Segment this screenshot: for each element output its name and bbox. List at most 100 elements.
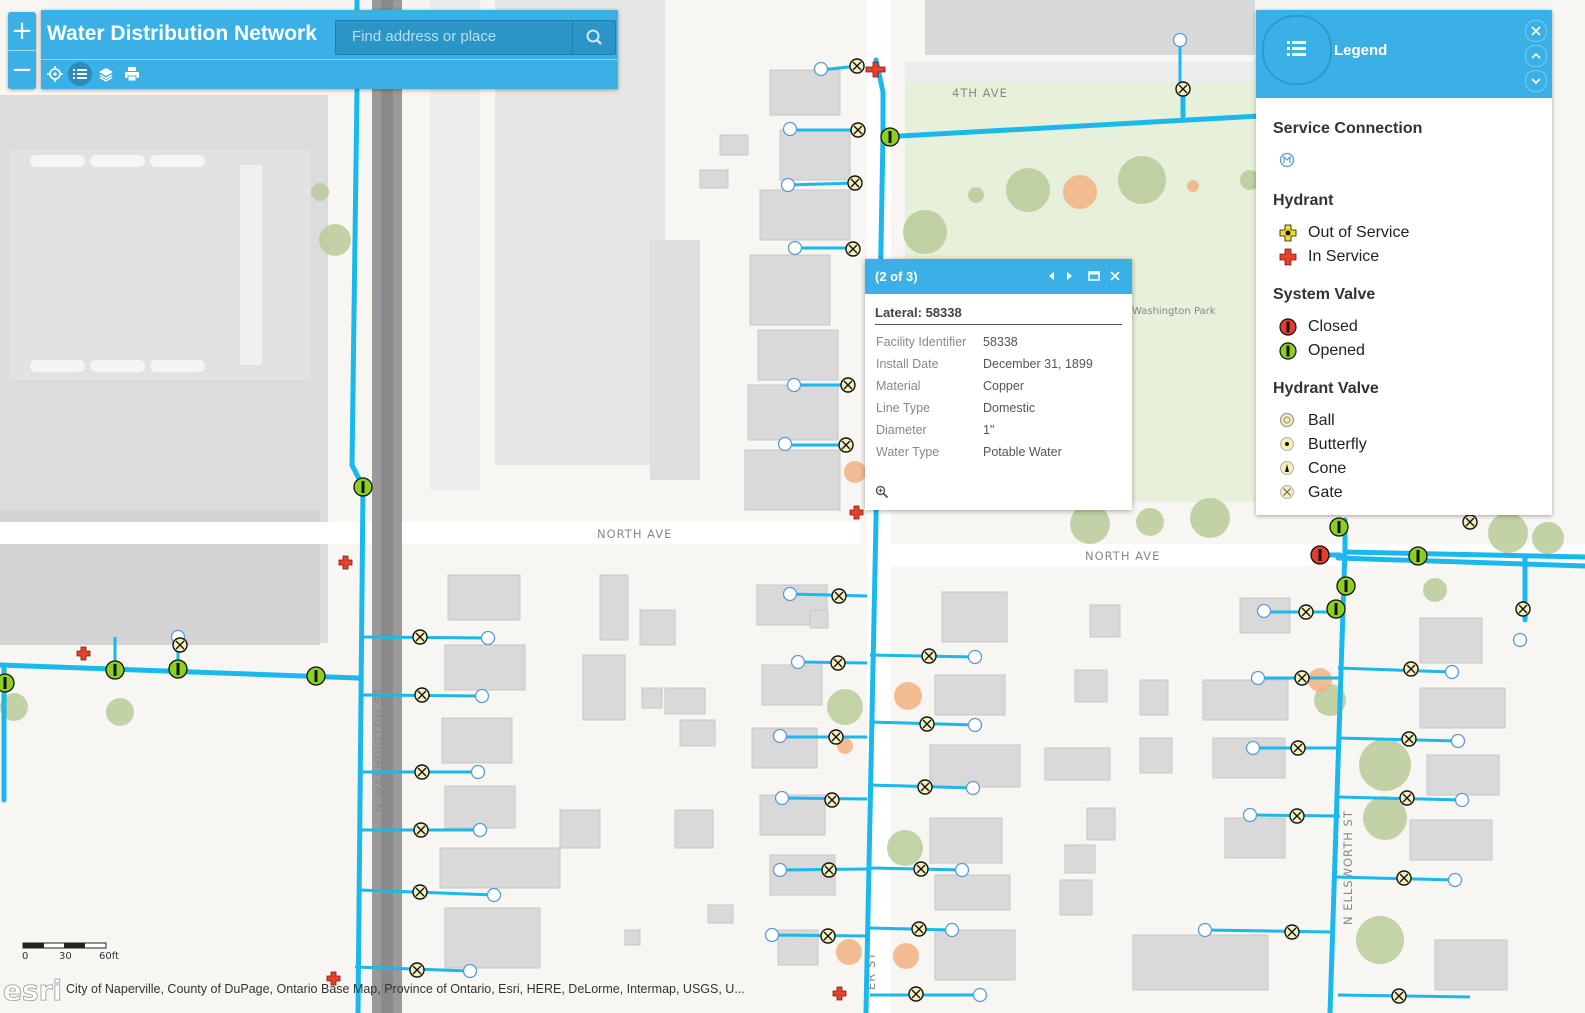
valve-opened-icon[interactable] — [1336, 576, 1356, 596]
gate-valve-icon[interactable] — [849, 58, 865, 74]
meter-icon[interactable] — [954, 862, 970, 878]
legend-close-button[interactable] — [1525, 20, 1547, 42]
gate-valve-icon[interactable] — [1396, 870, 1412, 886]
gate-valve-icon[interactable] — [172, 637, 188, 653]
gate-valve-icon[interactable] — [412, 629, 428, 645]
previous-feature-button[interactable] — [1045, 269, 1059, 283]
gate-valve-icon[interactable] — [1391, 988, 1407, 1004]
meter-icon[interactable] — [782, 586, 798, 602]
maximize-button[interactable] — [1087, 269, 1101, 283]
valve-opened-icon[interactable] — [105, 660, 125, 680]
meter-icon[interactable] — [1197, 922, 1213, 938]
gate-valve-icon[interactable] — [414, 687, 430, 703]
meter-icon[interactable] — [1512, 632, 1528, 648]
gate-valve-icon[interactable] — [820, 928, 836, 944]
gate-valve-icon[interactable] — [1403, 661, 1419, 677]
gate-valve-icon[interactable] — [824, 792, 840, 808]
gate-valve-icon[interactable] — [1289, 808, 1305, 824]
zoom-in-button[interactable]: + — [8, 12, 36, 50]
gate-valve-icon[interactable] — [840, 377, 856, 393]
meter-icon[interactable] — [470, 764, 486, 780]
gate-valve-icon[interactable] — [908, 986, 924, 1002]
gate-valve-icon[interactable] — [838, 437, 854, 453]
meter-icon[interactable] — [1454, 792, 1470, 808]
gate-valve-icon[interactable] — [1175, 81, 1191, 97]
gate-valve-icon[interactable] — [921, 648, 937, 664]
valve-opened-icon[interactable] — [1329, 517, 1349, 537]
meter-icon[interactable] — [780, 177, 796, 193]
meter-icon[interactable] — [782, 121, 798, 137]
valve-opened-icon[interactable] — [0, 673, 15, 693]
valve-closed-icon[interactable] — [1310, 545, 1330, 565]
valve-opened-icon[interactable] — [353, 477, 373, 497]
meter-icon[interactable] — [764, 927, 780, 943]
valve-opened-icon[interactable] — [880, 127, 900, 147]
meter-icon[interactable] — [774, 790, 790, 806]
valve-opened-icon[interactable] — [168, 659, 188, 679]
meter-icon[interactable] — [1172, 32, 1188, 48]
search-button[interactable] — [572, 21, 615, 54]
legend-toggle-button[interactable] — [68, 62, 92, 86]
close-popup-button[interactable] — [1108, 269, 1122, 283]
meter-icon[interactable] — [813, 61, 829, 77]
meter-icon[interactable] — [474, 688, 490, 704]
meter-icon[interactable] — [1256, 603, 1272, 619]
meter-icon[interactable] — [967, 649, 983, 665]
meter-icon[interactable] — [1447, 872, 1463, 888]
gate-valve-icon[interactable] — [917, 779, 933, 795]
meter-icon[interactable] — [1444, 664, 1460, 680]
locate-button[interactable] — [43, 62, 67, 86]
print-button[interactable] — [120, 62, 144, 86]
meter-icon[interactable] — [944, 922, 960, 938]
meter-icon[interactable] — [967, 717, 983, 733]
meter-icon[interactable] — [486, 887, 502, 903]
search-input[interactable] — [336, 21, 584, 52]
zoom-out-button[interactable]: − — [8, 51, 36, 89]
gate-valve-icon[interactable] — [1399, 790, 1415, 806]
gate-valve-icon[interactable] — [913, 861, 929, 877]
gate-valve-icon[interactable] — [414, 764, 430, 780]
gate-valve-icon[interactable] — [1284, 924, 1300, 940]
gate-valve-icon[interactable] — [911, 921, 927, 937]
gate-valve-icon[interactable] — [1462, 514, 1478, 530]
meter-icon[interactable] — [462, 963, 478, 979]
meter-icon[interactable] — [790, 654, 806, 670]
meter-icon[interactable] — [472, 822, 488, 838]
gate-valve-icon[interactable] — [828, 729, 844, 745]
gate-valve-icon[interactable] — [1290, 740, 1306, 756]
meter-icon[interactable] — [786, 377, 802, 393]
gate-valve-icon[interactable] — [1515, 601, 1531, 617]
valve-opened-icon[interactable] — [1408, 546, 1428, 566]
meter-icon[interactable] — [787, 240, 803, 256]
gate-valve-icon[interactable] — [412, 884, 428, 900]
meter-icon[interactable] — [1250, 670, 1266, 686]
meter-icon[interactable] — [772, 862, 788, 878]
gate-valve-icon[interactable] — [831, 588, 847, 604]
gate-valve-icon[interactable] — [919, 716, 935, 732]
gate-valve-icon[interactable] — [821, 862, 837, 878]
valve-opened-icon[interactable] — [306, 666, 326, 686]
gate-valve-icon[interactable] — [409, 962, 425, 978]
legend-scroll-down-button[interactable] — [1525, 70, 1547, 92]
meter-icon[interactable] — [777, 436, 793, 452]
meter-icon[interactable] — [772, 728, 788, 744]
esri-logo[interactable]: esri — [0, 966, 64, 1011]
meter-icon[interactable] — [1242, 807, 1258, 823]
gate-valve-icon[interactable] — [847, 175, 863, 191]
gate-valve-icon[interactable] — [845, 241, 861, 257]
meter-icon[interactable] — [965, 780, 981, 796]
layers-button[interactable] — [94, 62, 118, 86]
gate-valve-icon[interactable] — [830, 655, 846, 671]
zoom-to-feature-button[interactable] — [875, 485, 889, 504]
gate-valve-icon[interactable] — [1298, 604, 1314, 620]
legend-scroll-up-button[interactable] — [1525, 45, 1547, 67]
gate-valve-icon[interactable] — [413, 822, 429, 838]
gate-valve-icon[interactable] — [1401, 731, 1417, 747]
meter-icon[interactable] — [1450, 733, 1466, 749]
meter-icon[interactable] — [972, 987, 988, 1003]
next-feature-button[interactable] — [1062, 269, 1076, 283]
meter-icon[interactable] — [1245, 740, 1261, 756]
meter-icon[interactable] — [480, 630, 496, 646]
gate-valve-icon[interactable] — [850, 122, 866, 138]
valve-opened-icon[interactable] — [1326, 599, 1346, 619]
